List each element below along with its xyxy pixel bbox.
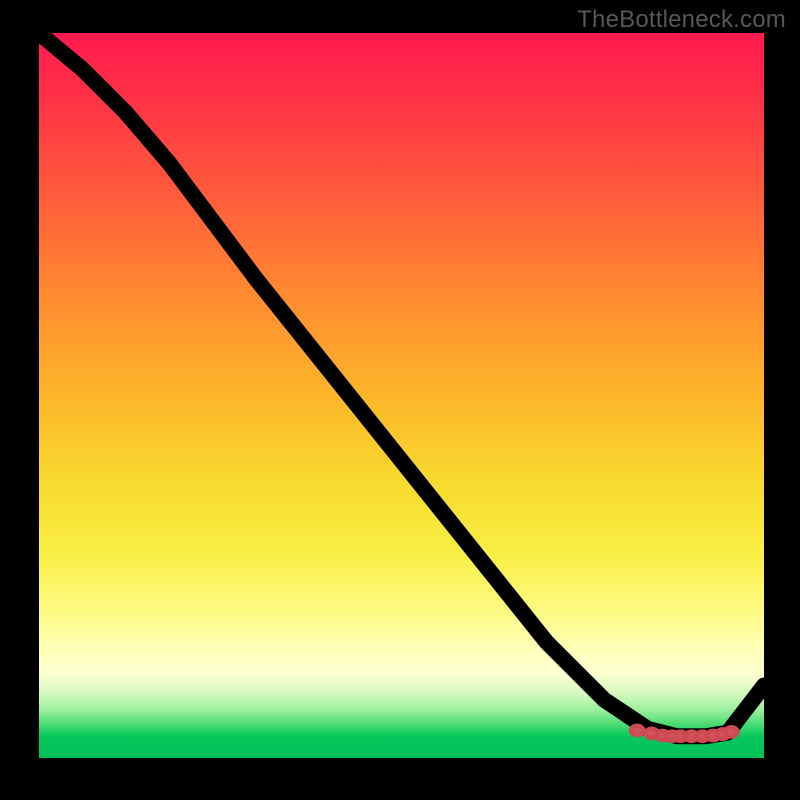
optimal-dot (631, 726, 643, 735)
chart-frame: TheBottleneck.com (0, 0, 800, 800)
plot-area (39, 33, 764, 758)
optimal-dot (725, 727, 737, 736)
watermark-text: TheBottleneck.com (577, 6, 786, 34)
bottleneck-curve (39, 33, 764, 736)
optimal-range-dots (631, 726, 738, 741)
chart-svg (39, 33, 764, 758)
